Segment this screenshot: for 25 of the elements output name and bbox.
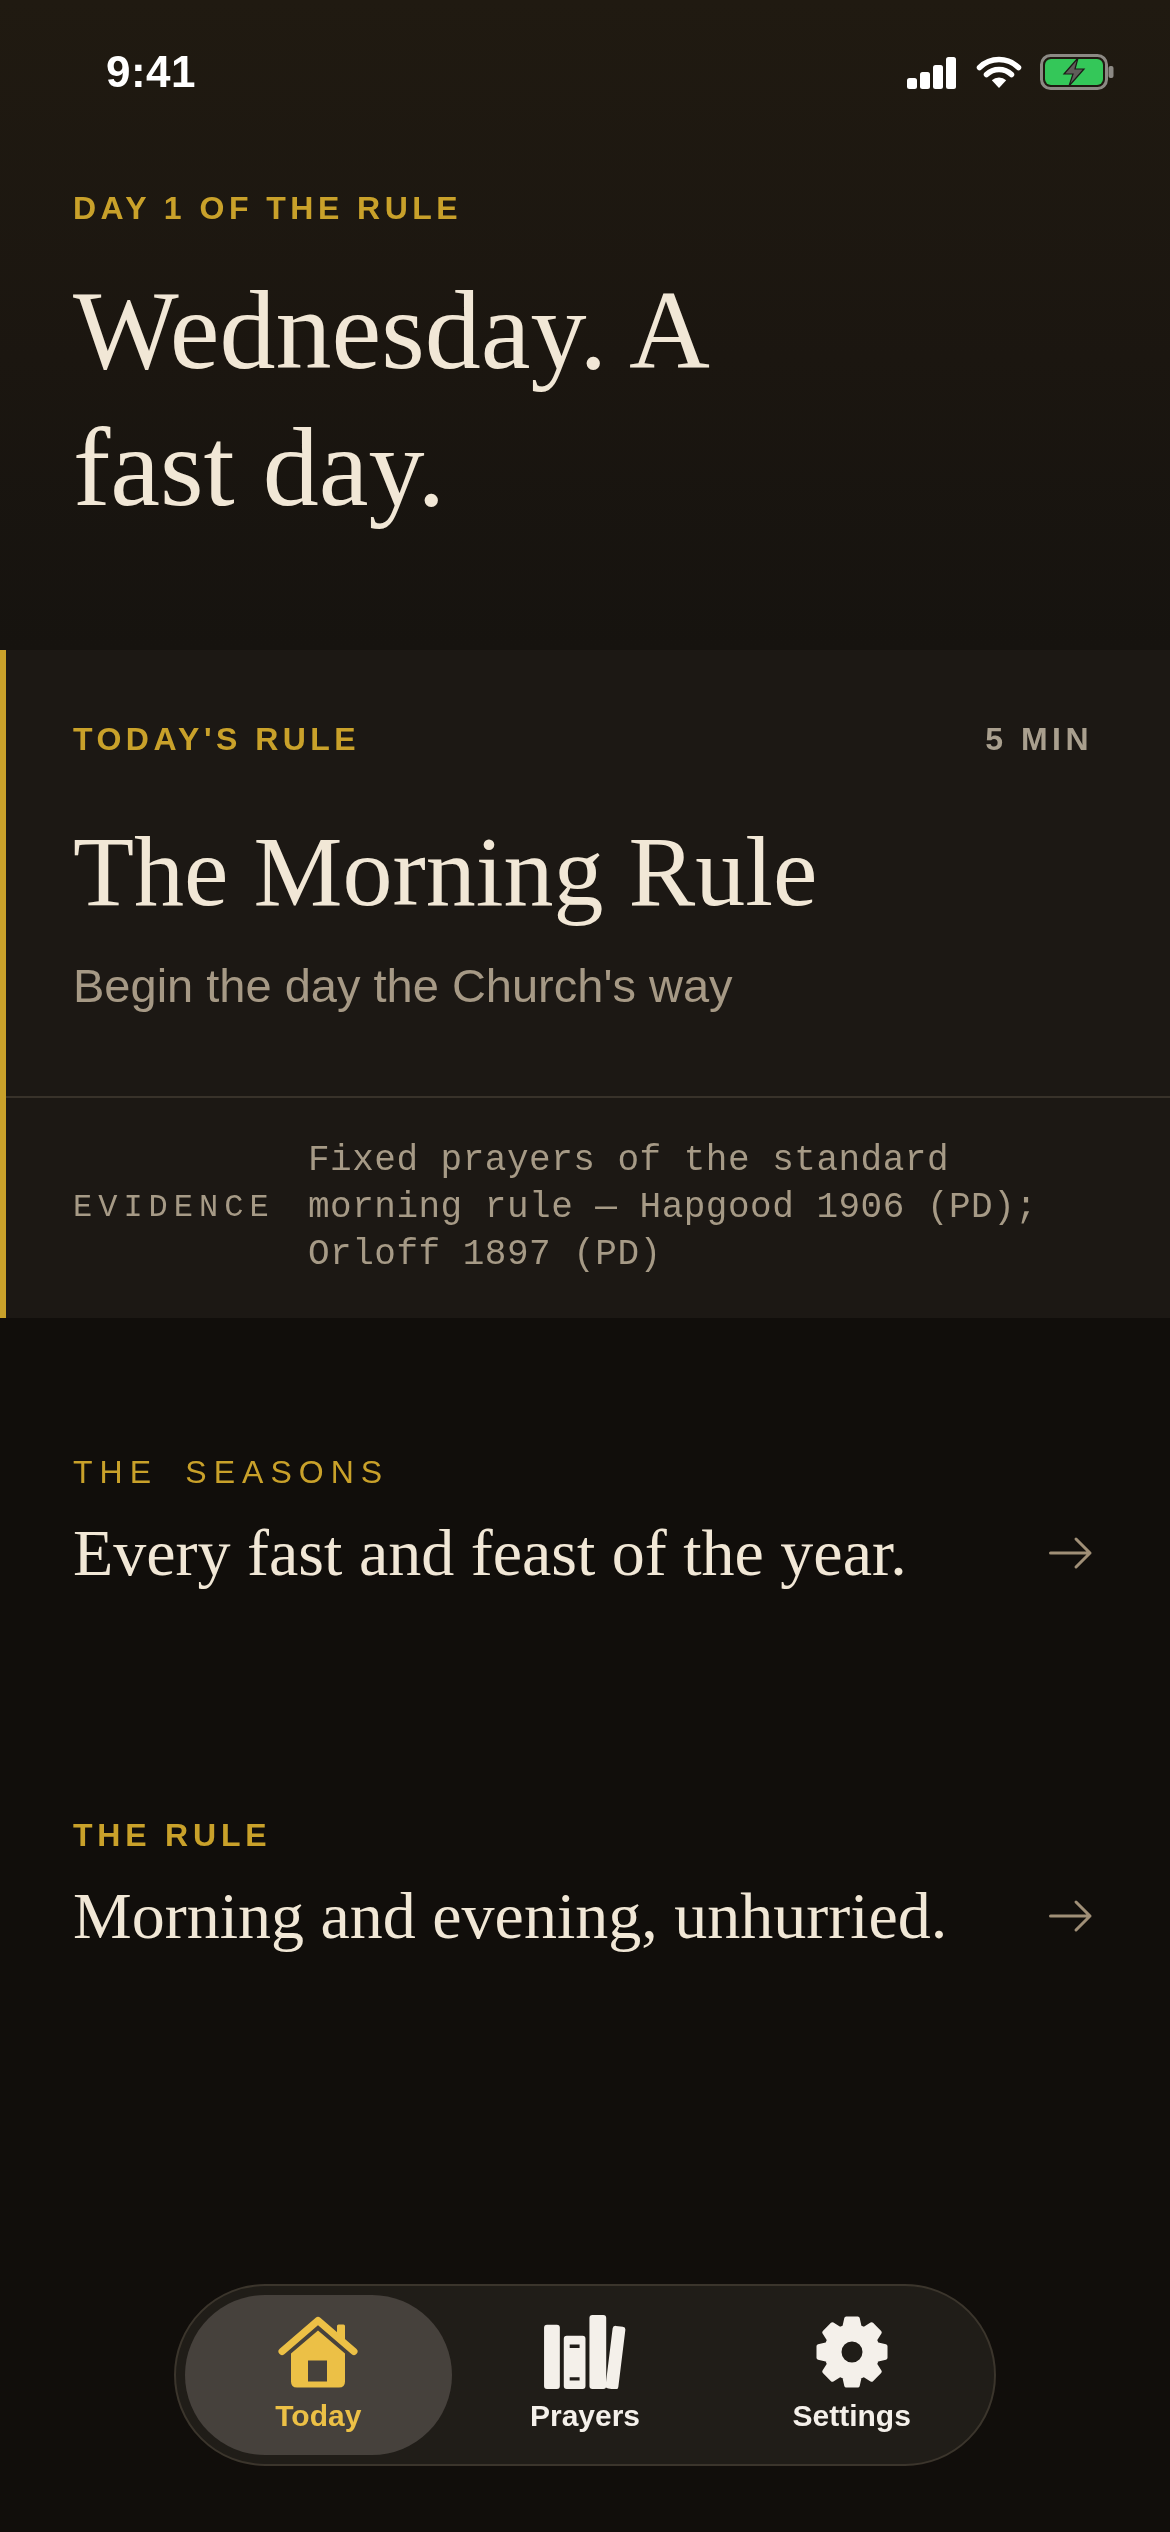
card-subtitle: Begin the day the Church's way bbox=[73, 958, 733, 1014]
settings-icon bbox=[814, 2314, 889, 2389]
status-time: 9:41 bbox=[106, 47, 197, 97]
day-label: DAY 1 OF THE RULE bbox=[73, 189, 463, 228]
home-icon bbox=[277, 2314, 360, 2389]
card-label: TODAY'S RULE bbox=[73, 720, 361, 759]
section-title: Morning and evening, unhurried. bbox=[73, 1878, 948, 1954]
day-title: Wednesday. A fast day. bbox=[73, 267, 706, 531]
evidence-label: EVIDENCE bbox=[73, 1189, 276, 1226]
signal-icon bbox=[907, 55, 958, 89]
duration-label: 5 MIN bbox=[985, 720, 1093, 759]
arrow-icon[interactable] bbox=[1049, 1899, 1093, 1933]
arrow-icon[interactable] bbox=[1049, 1536, 1093, 1570]
wifi-icon bbox=[975, 55, 1023, 89]
rule-card[interactable]: TODAY'S RULE 5 MIN The Morning Rule Begin the day the Church's way EVIDENCE Fixed prayers of the standard morning rule — Hapgood 1906 (PD); Orloff 1897 (PD) bbox=[0, 650, 1170, 1318]
evidence-text: Fixed prayers of the standard morning rule — Hapgood 1906 (PD); Orloff 1897 (PD) bbox=[308, 1139, 1039, 1277]
tab-button[interactable]: Settings bbox=[718, 2295, 985, 2455]
card-title: The Morning Rule bbox=[73, 815, 818, 929]
tab-button[interactable]: Today bbox=[185, 2295, 452, 2455]
books-icon bbox=[544, 2314, 626, 2389]
section-label: THE SEASONS bbox=[73, 1453, 390, 1492]
section-label: THE RULE bbox=[73, 1816, 272, 1855]
battery-icon bbox=[1040, 54, 1114, 90]
tab-button[interactable]: Prayers bbox=[451, 2295, 719, 2455]
section-title: Every fast and feast of the year. bbox=[73, 1515, 907, 1591]
